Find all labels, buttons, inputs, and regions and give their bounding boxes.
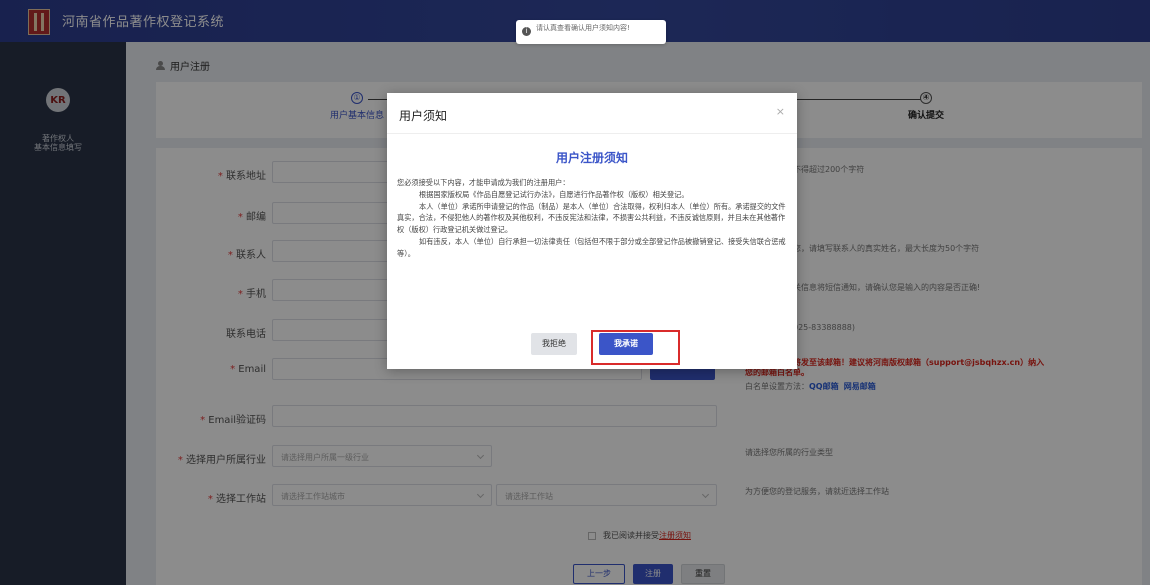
notice-paragraph: 根据国家版权局《作品自愿登记试行办法》，自愿进行作品著作权（版权）相关登记。	[419, 189, 689, 199]
tooltip-text: 请认真查看确认用户须知内容!	[536, 24, 630, 32]
info-icon: i	[522, 27, 531, 36]
accept-button-highlight	[591, 330, 680, 365]
notice-paragraph: 您必须接受以下内容，才能申请成为我们的注册用户：	[397, 178, 570, 187]
reject-button[interactable]: 我拒绝	[531, 333, 577, 355]
close-icon[interactable]: ×	[776, 105, 785, 118]
notice-tooltip: i 请认真查看确认用户须知内容!	[516, 20, 666, 44]
notice-paragraph: 本人（单位）承诺所申请登记的作品（制品）是本人（单位）合法取得，权利归本人（单位…	[397, 201, 786, 235]
user-notice-dialog: 用户须知 × 用户注册须知 您必须接受以下内容，才能申请成为我们的注册用户： 根…	[387, 93, 797, 369]
dialog-title: 用户须知	[399, 109, 448, 123]
notice-body: 您必须接受以下内容，才能申请成为我们的注册用户： 根据国家版权局《作品自愿登记试…	[397, 177, 789, 260]
notice-paragraph: 如有违反，本人（单位）自行承担一切法律责任（包括但不限于部分或全部登记作品被撤销…	[397, 236, 786, 258]
dialog-divider	[387, 133, 797, 134]
notice-heading: 用户注册须知	[555, 151, 628, 165]
